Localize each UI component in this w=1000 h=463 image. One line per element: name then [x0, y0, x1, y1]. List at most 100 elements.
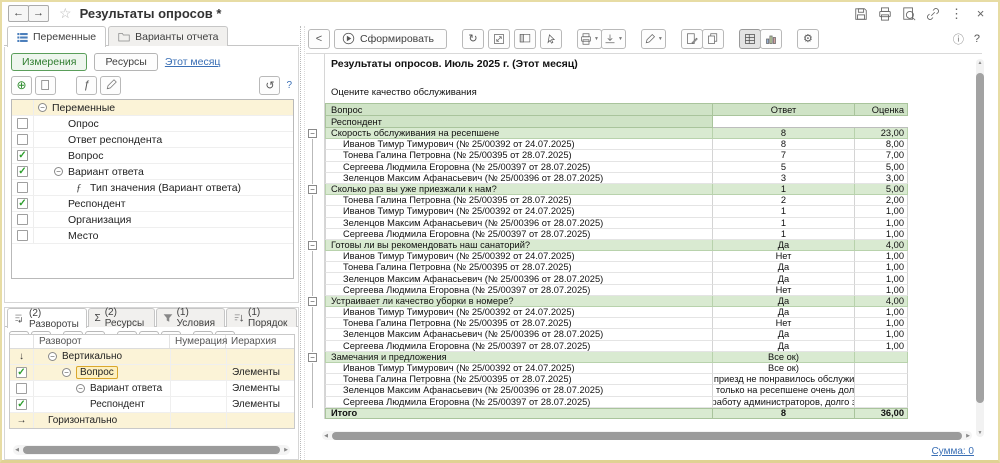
- tab-pivots[interactable]: (2) Развороты: [7, 308, 87, 328]
- tab-conditions[interactable]: (1) Условия: [156, 308, 225, 327]
- report-row[interactable]: Иванов Тимур Тимурович (№ 25/00392 от 24…: [306, 206, 982, 217]
- report-row[interactable]: −Сколько раз вы уже приезжали к нам?15,0…: [306, 184, 982, 195]
- group-collapse-icon[interactable]: −: [308, 129, 317, 138]
- report-row[interactable]: Тонева Галина Петровна (№ 25/00395 от 28…: [306, 262, 982, 273]
- grid-cell-pivot[interactable]: Горизонтально: [34, 413, 170, 428]
- settings-gear-button[interactable]: ⚙: [797, 29, 819, 49]
- report-row[interactable]: Иванов Тимур Тимурович (№ 25/00392 от 24…: [306, 251, 982, 262]
- report-row[interactable]: Оцените качество обслуживания: [306, 85, 982, 103]
- edit-document-button[interactable]: [681, 29, 703, 49]
- report-row[interactable]: Зеленцов Максим Афанасьевич (№ 25/00396 …: [306, 385, 982, 396]
- tree-checkbox[interactable]: [12, 212, 34, 227]
- checkbox-checked-icon[interactable]: ✓: [17, 198, 28, 209]
- report-row[interactable]: Зеленцов Максим Афанасьевич (№ 25/00396 …: [306, 273, 982, 284]
- report-scroll-right-icon[interactable]: ▶: [964, 433, 972, 439]
- back-button[interactable]: ←: [8, 5, 29, 22]
- tree-row[interactable]: Организация: [12, 212, 293, 228]
- scroll-left-icon[interactable]: ◀: [13, 447, 21, 453]
- checkbox-unchecked-icon[interactable]: [17, 214, 28, 225]
- cursor-button[interactable]: [540, 29, 562, 49]
- print-dropdown-icon[interactable]: ▼: [594, 36, 599, 42]
- grid-cell-numbering[interactable]: [170, 365, 226, 380]
- sum-link[interactable]: Сумма: 0: [931, 446, 974, 457]
- collapse-panel-button[interactable]: <: [308, 29, 330, 49]
- report-row[interactable]: Сергеева Людмила Егоровна (№ 25/00397 от…: [306, 397, 982, 408]
- grid-cell-hierarchy[interactable]: [226, 413, 294, 428]
- structure-hscrollbar[interactable]: ◀ ▶: [13, 445, 290, 455]
- group-collapse-icon[interactable]: −: [308, 185, 317, 194]
- collapse-icon[interactable]: −: [62, 368, 71, 377]
- down-arrow-icon[interactable]: ↓: [10, 349, 34, 364]
- checkbox-checked-icon[interactable]: ✓: [17, 166, 28, 177]
- tree-row[interactable]: Место: [12, 228, 293, 244]
- checkbox-checked-icon[interactable]: ✓: [10, 397, 34, 412]
- vscroll-thumb[interactable]: [976, 73, 984, 403]
- copy-button[interactable]: [35, 76, 56, 95]
- info-icon[interactable]: ⓘ: [953, 31, 964, 47]
- print-report-button[interactable]: ▼: [577, 29, 602, 49]
- grid-cell-numbering[interactable]: [170, 349, 226, 364]
- expand-button[interactable]: [488, 29, 510, 49]
- tree-checkbox[interactable]: [12, 116, 34, 131]
- grid-row[interactable]: ↓−Вертикально: [10, 349, 294, 365]
- checkbox-checked-icon[interactable]: ✓: [10, 365, 34, 380]
- group-collapse-icon[interactable]: −: [308, 297, 317, 306]
- function-button[interactable]: ƒ: [76, 76, 97, 95]
- tree-row[interactable]: ✓Респондент: [12, 196, 293, 212]
- grid-cell-numbering[interactable]: [170, 413, 226, 428]
- report-scroll-thumb[interactable]: [332, 432, 962, 440]
- draw-dropdown-icon[interactable]: ▼: [658, 36, 663, 42]
- tree-checkbox[interactable]: ✓: [12, 148, 34, 163]
- report-row[interactable]: Итого836,00: [306, 408, 982, 419]
- report-hscrollbar[interactable]: ◀ ▶: [322, 431, 972, 440]
- tree-row[interactable]: ✓−Вариант ответа: [12, 164, 293, 180]
- grid-cell-pivot[interactable]: Респондент: [34, 397, 170, 412]
- report-row[interactable]: Сергеева Людмила Егоровна (№ 25/00397 от…: [306, 162, 982, 173]
- grid-cell-hierarchy[interactable]: Элементы: [226, 365, 294, 380]
- report-row[interactable]: Тонева Галина Петровна (№ 25/00395 от 28…: [306, 150, 982, 161]
- report-row[interactable]: Респондент: [306, 116, 982, 128]
- tree-row[interactable]: Опрос: [12, 116, 293, 132]
- save-icon[interactable]: [853, 6, 868, 21]
- tree-row[interactable]: −Переменные: [12, 100, 293, 116]
- resources-button[interactable]: Ресурсы: [94, 53, 157, 71]
- save-dropdown-icon[interactable]: ▼: [618, 36, 623, 42]
- checkbox-unchecked-icon[interactable]: [10, 381, 34, 396]
- report-row[interactable]: −Скорость обслуживания на ресепшене823,0…: [306, 128, 982, 139]
- print-icon[interactable]: [877, 6, 892, 21]
- report-row[interactable]: Иванов Тимур Тимурович (№ 25/00392 от 24…: [306, 139, 982, 150]
- report-row[interactable]: −Готовы ли вы рекомендовать наш санатори…: [306, 240, 982, 251]
- report-row[interactable]: Зеленцов Максим Афанасьевич (№ 25/00396 …: [306, 218, 982, 229]
- table-view-button[interactable]: [739, 29, 761, 49]
- checkbox-unchecked-icon[interactable]: [17, 134, 28, 145]
- grid-row[interactable]: ✓РеспондентЭлементы: [10, 397, 294, 413]
- collapse-icon[interactable]: −: [76, 384, 85, 393]
- report-vscrollbar[interactable]: ▲ ▼: [976, 59, 984, 437]
- add-button[interactable]: ⊕: [11, 76, 32, 95]
- report-row[interactable]: Иванов Тимур Тимурович (№ 25/00392 от 24…: [306, 307, 982, 318]
- grid-row[interactable]: →Горизонтально: [10, 413, 294, 429]
- grid-cell-pivot[interactable]: −Вертикально: [34, 349, 170, 364]
- favorite-star-icon[interactable]: ☆: [59, 5, 72, 22]
- tree-row[interactable]: ✓Вопрос: [12, 148, 293, 164]
- grid-cell-hierarchy[interactable]: [226, 349, 294, 364]
- collapse-icon[interactable]: −: [54, 167, 63, 176]
- edit-button[interactable]: [100, 76, 121, 95]
- grid-cell-numbering[interactable]: [170, 381, 226, 396]
- help-icon[interactable]: ?: [286, 80, 292, 91]
- copy-document-button[interactable]: [702, 29, 724, 49]
- group-collapse-icon[interactable]: −: [308, 353, 317, 362]
- forward-button[interactable]: →: [28, 5, 49, 22]
- refresh-button[interactable]: ↻: [462, 29, 484, 49]
- report-row[interactable]: Тонева Галина Петровна (№ 25/00395 от 28…: [306, 318, 982, 329]
- tree-checkbox[interactable]: ✓: [12, 196, 34, 211]
- close-icon[interactable]: ×: [973, 6, 988, 21]
- vscroll-down-icon[interactable]: ▼: [976, 430, 984, 436]
- report-scroll-left-icon[interactable]: ◀: [322, 433, 330, 439]
- report-row[interactable]: Иванов Тимур Тимурович (№ 25/00392 от 24…: [306, 363, 982, 374]
- report-row[interactable]: Тонева Галина Петровна (№ 25/00395 от 28…: [306, 374, 982, 385]
- report-row[interactable]: Сергеева Людмила Егоровна (№ 25/00397 от…: [306, 229, 982, 240]
- collapse-icon[interactable]: −: [38, 103, 47, 112]
- report-row[interactable]: Зеленцов Максим Афанасьевич (№ 25/00396 …: [306, 173, 982, 184]
- scroll-right-icon[interactable]: ▶: [282, 447, 290, 453]
